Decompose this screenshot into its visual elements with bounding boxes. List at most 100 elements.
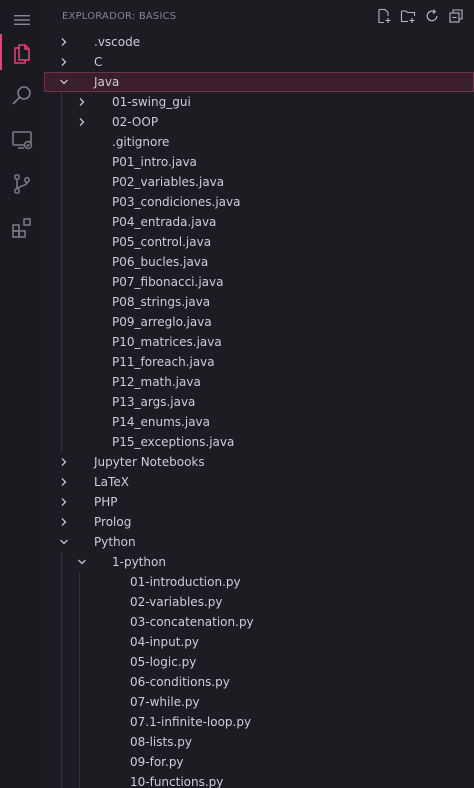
explorer-icon [14,44,30,64]
tree-item-label: Jupyter Notebooks [94,455,205,469]
tree-file[interactable]: 08-lists.py [44,732,474,752]
tree-folder[interactable]: Python [44,532,474,552]
remote-explorer-icon [12,131,33,150]
tree-folder[interactable]: .vscode [44,32,474,52]
tree-folder[interactable]: Java [44,72,474,92]
tree-item-label: P10_matrices.java [112,335,222,349]
activity-source-control[interactable] [0,164,44,204]
tree-file[interactable]: P14_enums.java [44,412,474,432]
chevron-right-icon [79,118,85,126]
activity-explorer[interactable] [0,32,44,72]
tree-file[interactable]: 03-concatenation.py [44,612,474,632]
tree-item-label: .vscode [94,35,141,49]
explorer-sidebar: EXPLORADOR: BASICS .vscode C Java 01-swi… [44,0,474,788]
tree-item-label: 08-lists.py [130,735,193,749]
indent-guide [79,572,80,788]
tree-folder[interactable]: C [44,52,474,72]
refresh-icon [426,9,438,22]
tree-item-label: C [94,55,103,69]
tree-folder[interactable]: 01-swing_gui [44,92,474,112]
tree-folder[interactable]: 1-python [44,552,474,572]
tree-file[interactable]: P13_args.java [44,392,474,412]
activity-extensions[interactable] [0,208,44,248]
tree-file[interactable]: 02-variables.py [44,592,474,612]
tree-item-label: P08_strings.java [112,295,211,309]
tree-item-label: 01-introduction.py [130,575,241,589]
tree-file[interactable]: P15_exceptions.java [44,432,474,452]
tree-file[interactable]: P11_foreach.java [44,352,474,372]
tree-item-label: P15_exceptions.java [112,435,235,449]
tree-item-label: 07.1-infinite-loop.py [130,715,252,729]
tree-file[interactable]: 04-input.py [44,632,474,652]
chevron-right-icon [61,518,67,526]
tree-item-label: Python [94,535,136,549]
collapse-all-button[interactable] [446,6,466,26]
tree-item-label: P12_math.java [112,375,201,389]
tree-file[interactable]: P05_control.java [44,232,474,252]
vscode-window: EXPLORADOR: BASICS .vscode C Java 01-swi… [0,0,474,788]
tree-file[interactable]: P04_entrada.java [44,212,474,232]
tree-item-label: P01_intro.java [112,155,197,169]
tree-file[interactable]: 10-functions.py [44,772,474,788]
tree-file[interactable]: P02_variables.java [44,172,474,192]
tree-file[interactable]: P10_matrices.java [44,332,474,352]
activity-search[interactable] [0,76,44,116]
tree-item-label: 09-for.py [130,755,184,769]
explorer-actions [374,6,466,26]
refresh-button[interactable] [422,6,442,26]
chevron-down-icon [60,539,68,545]
tree-item-label: P02_variables.java [112,175,225,189]
tree-file[interactable]: P12_math.java [44,372,474,392]
new-folder-button[interactable] [398,6,418,26]
tree-folder[interactable]: Jupyter Notebooks [44,452,474,472]
chevron-right-icon [79,98,85,106]
chevron-right-icon [61,38,67,46]
new-file-button[interactable] [374,6,394,26]
tree-file[interactable]: 01-introduction.py [44,572,474,592]
tree-item-label: 10-functions.py [130,775,224,788]
chevron-right-icon [61,498,67,506]
tree-item-label: Java [94,75,120,89]
tree-item-label: 05-logic.py [130,655,197,669]
tree-file[interactable]: 07-while.py [44,692,474,712]
tree-folder[interactable]: LaTeX [44,472,474,492]
tree-file[interactable]: 05-logic.py [44,652,474,672]
activity-remote-explorer[interactable] [0,120,44,160]
tree-item-label: Prolog [94,515,132,529]
new-file-icon [378,8,391,24]
menu-icon [14,15,30,25]
explorer-title: EXPLORADOR: BASICS [62,10,177,22]
collapse-all-icon [449,9,463,23]
tree-item-label: 07-while.py [130,695,200,709]
tree-file[interactable]: P03_condiciones.java [44,192,474,212]
tree-file[interactable]: P08_strings.java [44,292,474,312]
chevron-right-icon [61,478,67,486]
tree-file[interactable]: 06-conditions.py [44,672,474,692]
tree-item-label: P09_arreglo.java [112,315,212,329]
tree-item-label: P14_enums.java [112,415,210,429]
tree-file[interactable]: 09-for.py [44,752,474,772]
tree-file[interactable]: .gitignore [44,132,474,152]
indent-guide [61,92,62,452]
new-folder-icon [400,10,416,23]
tree-file[interactable]: P07_fibonacci.java [44,272,474,292]
tree-item-label: 01-swing_gui [112,95,191,109]
search-icon [12,86,31,105]
tree-item-label: 03-concatenation.py [130,615,254,629]
tree-file[interactable]: P09_arreglo.java [44,312,474,332]
tree-file[interactable]: P01_intro.java [44,152,474,172]
tree-folder[interactable]: Prolog [44,512,474,532]
tree-file[interactable]: P06_bucles.java [44,252,474,272]
tree-item-label: 02-OOP [112,115,159,129]
tree-item-label: P11_foreach.java [112,355,215,369]
tree-folder[interactable]: PHP [44,492,474,512]
tree-item-label: P05_control.java [112,235,212,249]
tree-folder[interactable]: 02-OOP [44,112,474,132]
chevron-right-icon [61,458,67,466]
extensions-icon [12,218,31,238]
tree-file[interactable]: 07.1-infinite-loop.py [44,712,474,732]
tree-item-label: P04_entrada.java [112,215,217,229]
tree-item-label: P13_args.java [112,395,196,409]
file-tree: .vscode C Java 01-swing_gui 02-OOP .gitignore… [44,32,474,788]
indent-guide [61,552,62,788]
